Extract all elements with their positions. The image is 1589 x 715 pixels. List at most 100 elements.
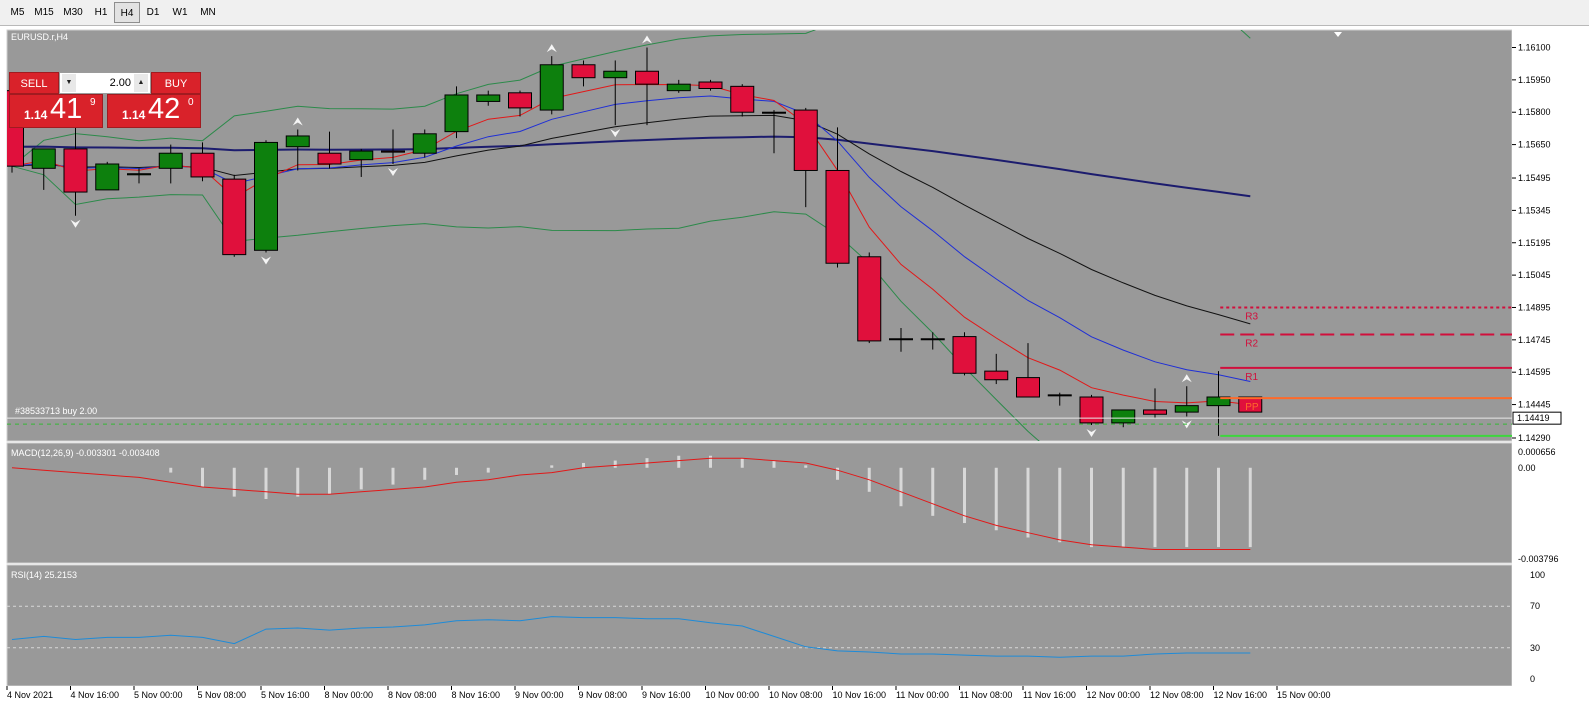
lot-increase-button[interactable]: ▲ (134, 74, 148, 92)
candle-body (381, 150, 405, 153)
lot-decrease-button[interactable]: ▼ (62, 74, 76, 92)
candle-body (539, 64, 564, 111)
order-label: #38533713 buy 2.00 (15, 406, 97, 416)
price-tick-label: 1.14745 (1518, 335, 1551, 345)
time-tick-label: 4 Nov 2021 (7, 690, 53, 700)
candle-body (444, 94, 469, 133)
macd-axis-label: 0.000656 (1518, 447, 1556, 457)
candle-body (984, 370, 1009, 381)
time-tick-label: 9 Nov 00:00 (515, 690, 564, 700)
buy-price-button[interactable]: 1.14 42 0 (107, 93, 201, 128)
one-click-trading-panel: SELL ▼ ▲ BUY 1.14 41 9 1.14 42 0 (9, 72, 201, 128)
time-tick-label: 12 Nov 00:00 (1087, 690, 1141, 700)
candle-body (190, 152, 215, 178)
candle-body (762, 111, 786, 114)
timeframe-button-d1[interactable]: D1 (140, 2, 166, 23)
time-tick-label: 8 Nov 00:00 (325, 690, 374, 700)
time-tick-label: 12 Nov 16:00 (1214, 690, 1268, 700)
time-tick-label: 11 Nov 00:00 (896, 690, 949, 700)
candle-body (1047, 394, 1072, 397)
price-tick-label: 1.15195 (1518, 238, 1551, 248)
candle-body (476, 94, 501, 102)
timeframe-button-h1[interactable]: H1 (88, 2, 114, 23)
macd-panel[interactable] (6, 442, 1513, 564)
candle-body (508, 92, 532, 109)
time-tick-label: 8 Nov 16:00 (452, 690, 501, 700)
candle-body (285, 135, 310, 148)
pivot-label-r2: R2 (1245, 338, 1258, 349)
candle-body (127, 173, 151, 176)
candle-body (349, 150, 374, 161)
macd-label: MACD(12,26,9) -0.003301 -0.003408 (11, 448, 160, 458)
time-tick-label: 12 Nov 08:00 (1150, 690, 1204, 700)
candle-body (254, 141, 278, 251)
time-tick-label: 9 Nov 08:00 (579, 690, 628, 700)
candle-body (603, 70, 628, 79)
price-tick-label: 1.16100 (1518, 43, 1551, 53)
time-tick-label: 10 Nov 08:00 (769, 690, 823, 700)
candle-body (317, 152, 342, 165)
time-tick-label: 10 Nov 16:00 (833, 690, 887, 700)
candle-body (698, 81, 723, 89)
price-tick-label: 1.14290 (1518, 433, 1551, 443)
timeframe-button-m5[interactable]: M5 (5, 2, 30, 23)
time-tick-label: 11 Nov 08:00 (960, 690, 1013, 700)
price-tick-label: 1.14445 (1518, 400, 1551, 410)
timeframe-button-m15[interactable]: M15 (30, 2, 58, 23)
candle-body (857, 256, 882, 342)
candle-body (1174, 405, 1199, 413)
timeframe-button-h4[interactable]: H4 (114, 2, 140, 23)
time-tick-label: 10 Nov 00:00 (706, 690, 760, 700)
pivot-label-r3: R3 (1245, 311, 1258, 322)
buy-button[interactable]: BUY (151, 72, 201, 94)
rsi-axis-label: 30 (1530, 643, 1540, 653)
candle-body (412, 133, 437, 154)
candle-body (158, 152, 183, 169)
candle-body (95, 163, 120, 191)
price-tick-label: 1.15045 (1518, 270, 1551, 280)
candle-body (1079, 396, 1104, 424)
candle-body (222, 178, 247, 256)
chart-canvas[interactable]: R3R2R1PP 0.0006560.00-0.003796 10070300 … (0, 26, 1589, 715)
time-tick-label: 15 Nov 00:00 (1277, 690, 1331, 700)
candle-body (666, 83, 691, 92)
rsi-label: RSI(14) 25.2153 (11, 570, 77, 580)
timeframe-button-m30[interactable]: M30 (58, 2, 88, 23)
candle-body (1143, 409, 1167, 415)
rsi-axis-label: 100 (1530, 570, 1545, 580)
sell-button[interactable]: SELL (9, 72, 59, 94)
candle-body (1111, 409, 1136, 424)
price-tick-label: 1.15495 (1518, 173, 1551, 183)
time-tick-label: 5 Nov 08:00 (198, 690, 247, 700)
macd-axis-label: 0.00 (1518, 463, 1536, 473)
time-tick-label: 8 Nov 08:00 (388, 690, 437, 700)
sell-price-button[interactable]: 1.14 41 9 (9, 93, 103, 128)
candle-body (920, 338, 945, 341)
price-tick-label: 1.15650 (1518, 140, 1551, 150)
price-tick-label: 1.15345 (1518, 205, 1551, 215)
time-tick-label: 11 Nov 16:00 (1023, 690, 1076, 700)
macd-axis-label: -0.003796 (1518, 554, 1559, 564)
chart-title: EURUSD.r,H4 (11, 32, 68, 42)
pivot-label-r1: R1 (1245, 372, 1258, 383)
rsi-axis-label: 70 (1530, 601, 1540, 611)
chart-window[interactable]: R3 R2 R1 PP 0.000656 0.00 -0.003796 100 70 30 0 … (0, 26, 1589, 715)
timeframe-button-mn[interactable]: MN (194, 2, 222, 23)
buy-price-prefix: 1.14 (122, 108, 146, 122)
lot-size-box[interactable]: ▼ ▲ (59, 72, 151, 94)
lot-size-input[interactable] (77, 75, 131, 91)
timeframe-button-w1[interactable]: W1 (166, 2, 194, 23)
candle-body (63, 148, 88, 193)
candle-body (730, 85, 755, 113)
rsi-panel[interactable] (6, 564, 1513, 687)
candle-body (31, 148, 56, 169)
price-tick-label: 1.14895 (1518, 302, 1551, 312)
candle-body (635, 70, 659, 85)
candle-body (952, 336, 977, 374)
time-tick-label: 5 Nov 16:00 (261, 690, 310, 700)
sell-price-pips: 41 (50, 93, 83, 125)
candle-body (793, 109, 818, 171)
candle-body (889, 338, 913, 341)
price-tick-label: 1.15950 (1518, 75, 1551, 85)
time-tick-label: 9 Nov 16:00 (642, 690, 691, 700)
